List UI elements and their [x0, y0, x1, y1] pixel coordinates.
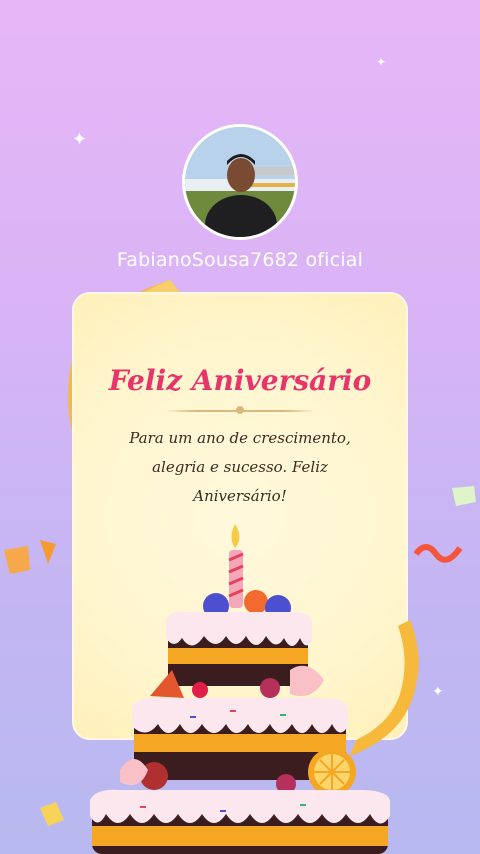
card-message: Para um ano de crescimento, alegria e su… — [129, 429, 351, 505]
candle-icon — [228, 524, 244, 608]
confetti-icon — [452, 486, 476, 506]
confetti-icon — [40, 802, 64, 826]
avatar[interactable] — [182, 124, 298, 240]
confetti-icon — [4, 540, 56, 574]
divider-ornament — [236, 406, 244, 414]
sparkle-icon: ✦ — [72, 129, 88, 149]
card-title: Feliz Aniversário — [108, 364, 372, 397]
cake-icon — [90, 524, 390, 854]
sparkle-icon: ✦ — [376, 55, 387, 69]
sparkle-icon: ✦ — [432, 683, 444, 699]
avatar-photo — [185, 127, 295, 237]
confetti-icon — [414, 544, 463, 563]
profile-username[interactable]: FabianoSousa7682 oficial — [0, 249, 480, 271]
